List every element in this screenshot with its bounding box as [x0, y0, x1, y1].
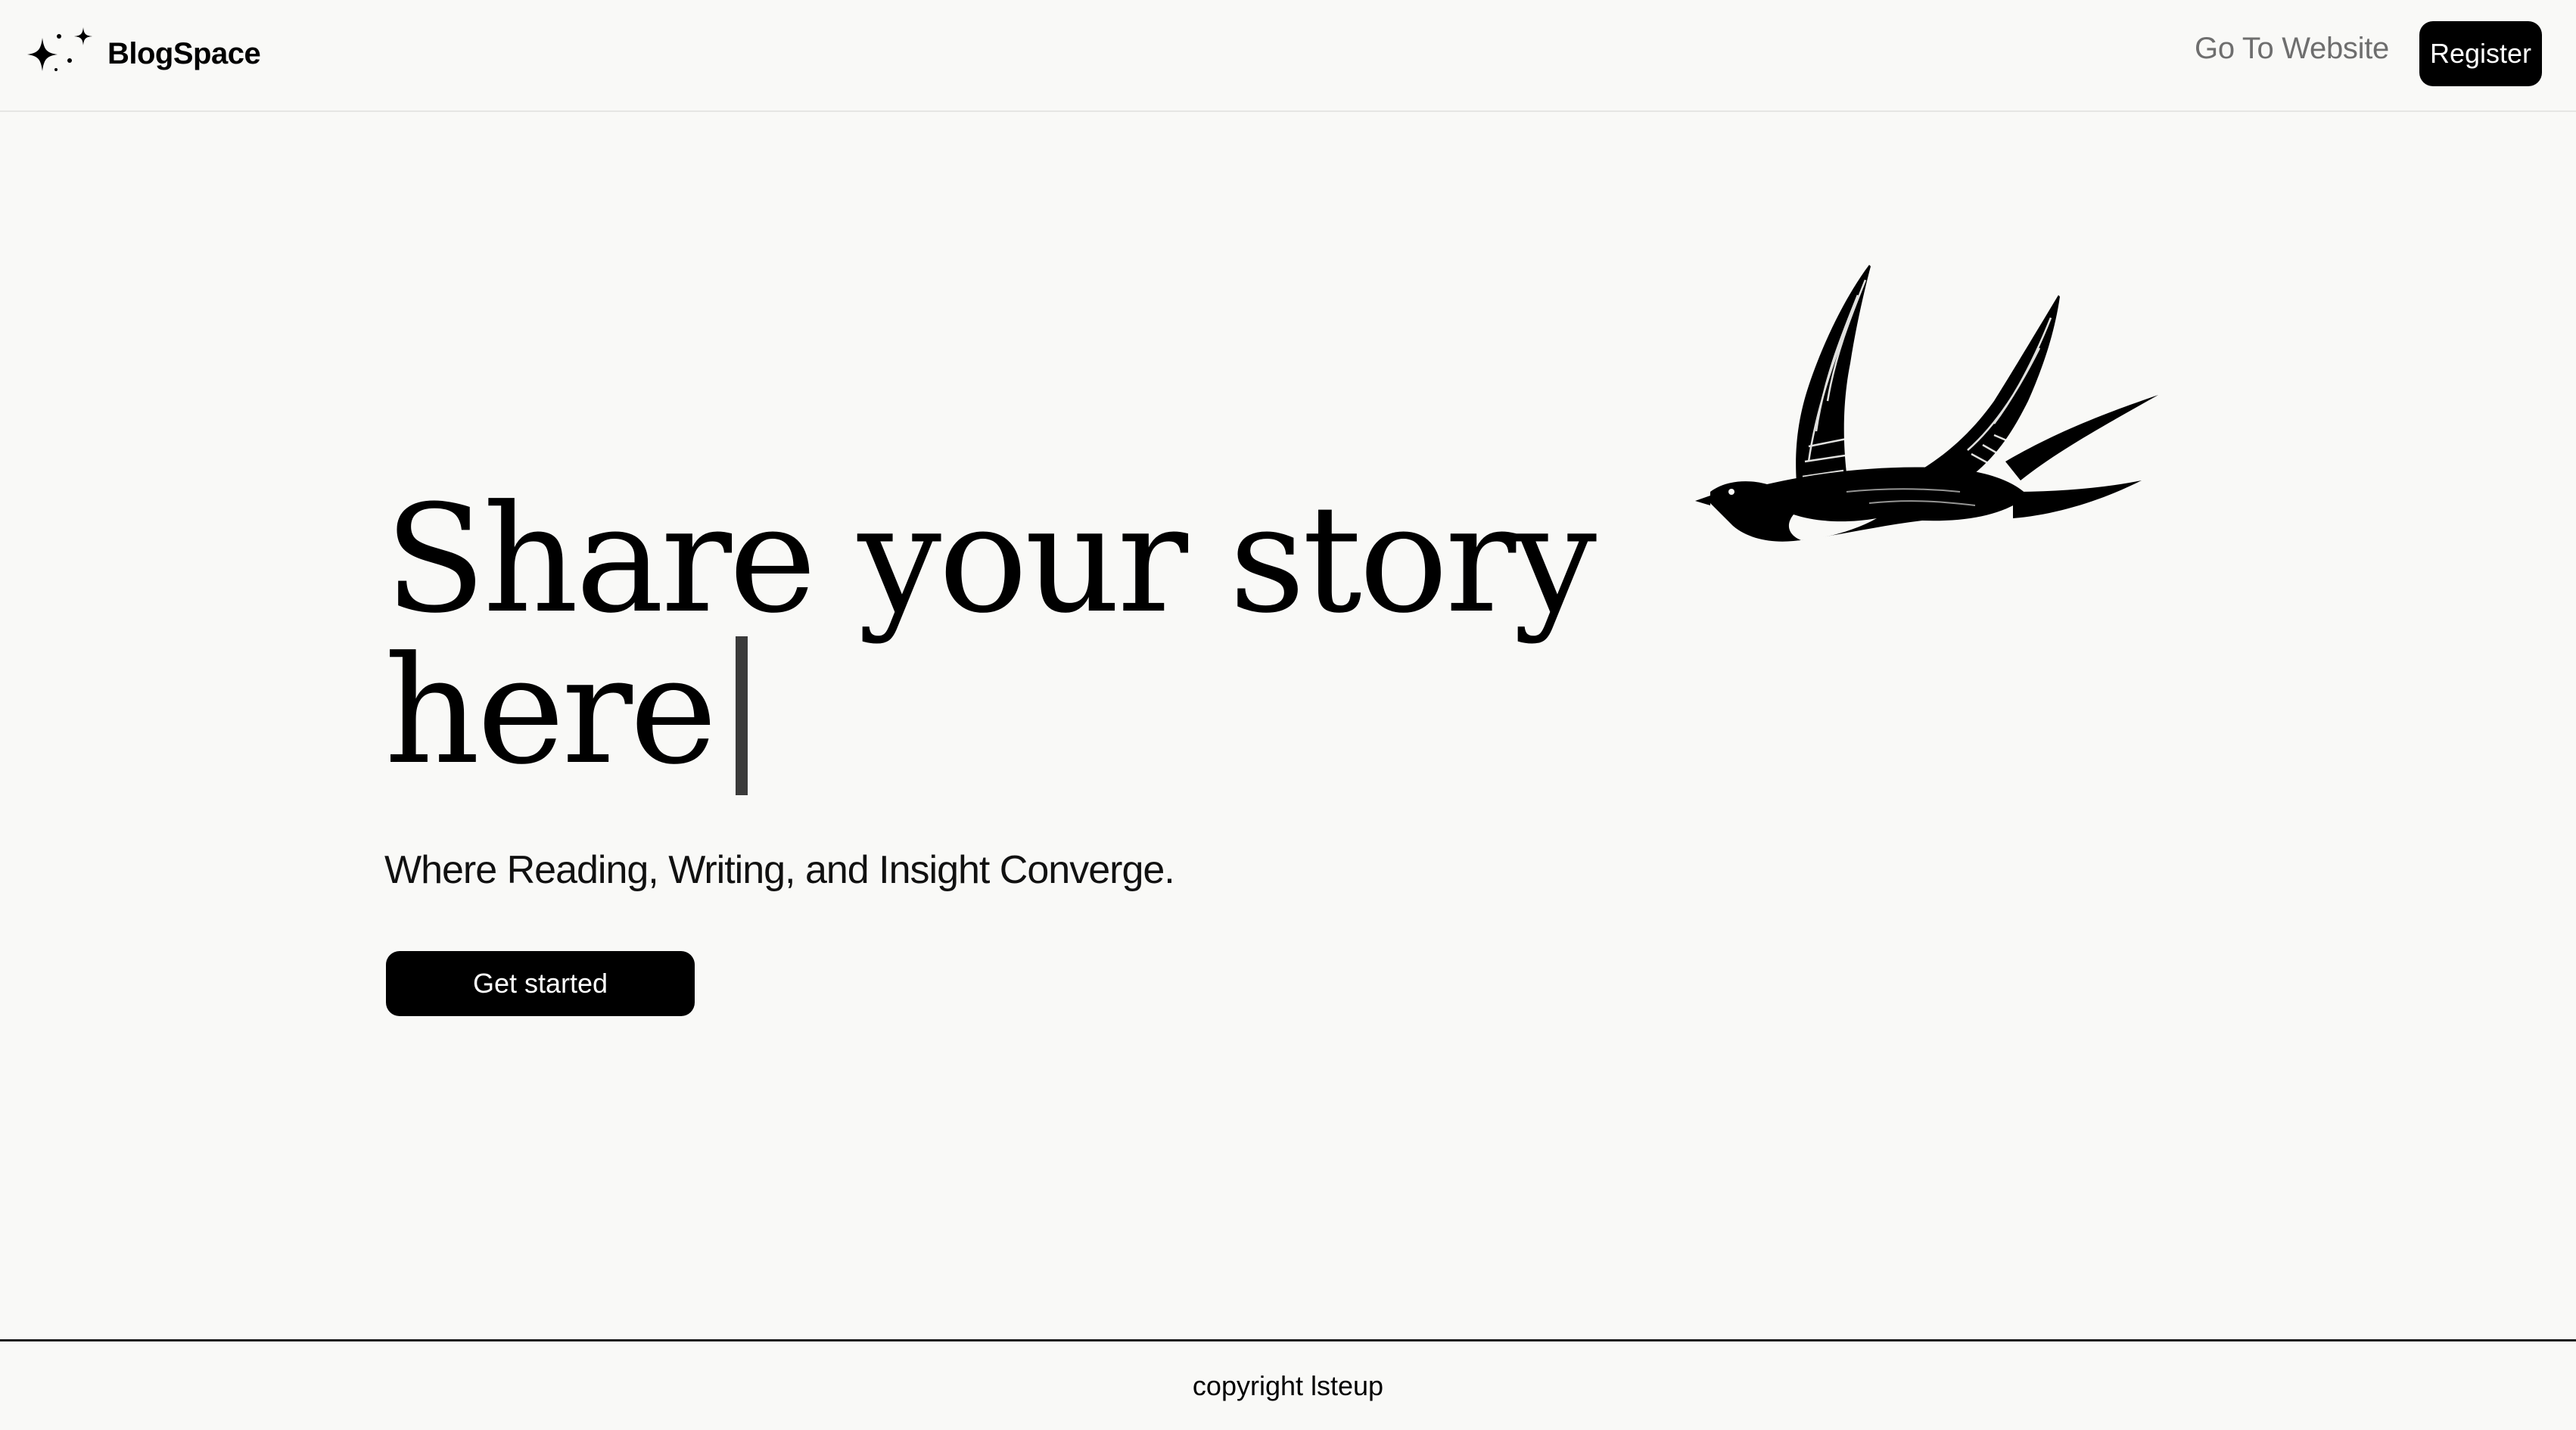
hero-title: Share your story here	[384, 484, 1597, 795]
page: BlogSpace Go To Website Register Share y…	[0, 0, 2576, 1430]
register-button[interactable]: Register	[2419, 21, 2542, 86]
top-navbar: BlogSpace Go To Website Register	[0, 0, 2576, 112]
brand-name: BlogSpace	[107, 36, 261, 70]
hero-title-text: Share your story here	[384, 474, 1597, 797]
footer: copyright lsteup	[0, 1339, 2576, 1430]
typing-caret	[735, 636, 748, 795]
get-started-button[interactable]: Get started	[386, 951, 695, 1016]
copyright-text: copyright lsteup	[1192, 1369, 1384, 1401]
swallow-bird-illustration	[1695, 265, 2158, 542]
hero-subtitle: Where Reading, Writing, and Insight Conv…	[384, 848, 1175, 892]
brand-logo[interactable]: BlogSpace	[27, 27, 261, 80]
sparkles-icon	[27, 27, 92, 71]
go-to-website-link[interactable]: Go To Website	[2195, 32, 2389, 66]
